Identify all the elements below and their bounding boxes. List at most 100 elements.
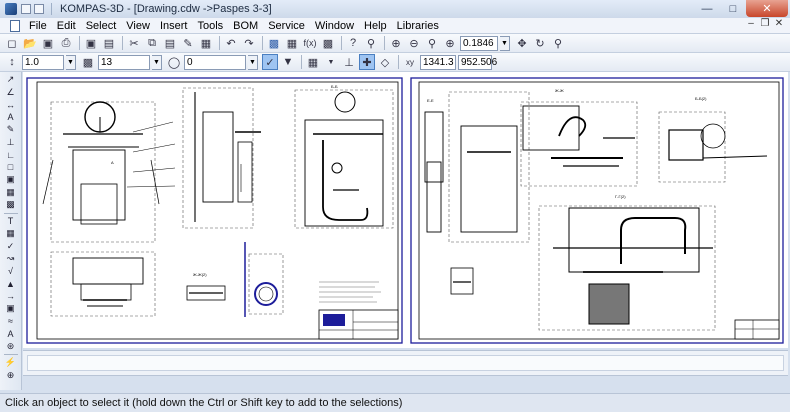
toolbar-separator: [384, 36, 385, 50]
arrow-tool-icon[interactable]: →: [3, 291, 19, 302]
menu-bar: File Edit Select View Insert Tools BOM S…: [0, 18, 790, 34]
view-label-g: Г-Г(2): [615, 194, 626, 199]
doc-minimize-button[interactable]: –: [744, 18, 758, 29]
quick-new-icon[interactable]: [21, 4, 31, 14]
variables-icon[interactable]: ▦: [284, 35, 300, 51]
text-tool-icon[interactable]: T: [3, 216, 19, 227]
coord-y-field[interactable]: 952.506: [458, 54, 497, 70]
kompas-app-icon[interactable]: [5, 3, 17, 15]
copy-icon[interactable]: ⧉: [144, 35, 160, 51]
menu-insert[interactable]: Insert: [155, 20, 193, 32]
format-painter-icon[interactable]: ✎: [180, 35, 196, 51]
print-preview-icon[interactable]: ▣: [83, 35, 99, 51]
menu-select[interactable]: Select: [81, 20, 122, 32]
zoom-out-icon[interactable]: ⊖: [406, 35, 422, 51]
title-bar: KOMPAS-3D - [Drawing.cdw ->Paspes 3-3] —…: [0, 0, 790, 18]
roughness-tool-icon[interactable]: √: [3, 266, 19, 277]
properties-icon[interactable]: ▤: [101, 35, 117, 51]
menu-edit[interactable]: Edit: [52, 20, 81, 32]
library-icon[interactable]: ▦: [198, 35, 214, 51]
menu-tools[interactable]: Tools: [192, 20, 228, 32]
layers-icon[interactable]: ▩: [320, 35, 336, 51]
drawing-area[interactable]: A Б-Б Ж-Ж(2) Е-Е Ж-Ж Б-Б(2) Г-Г(2): [23, 72, 788, 348]
zoom-dropdown[interactable]: ▼: [500, 35, 510, 51]
toolbar-separator: [3, 212, 18, 214]
base-tool-icon[interactable]: ▲: [3, 278, 19, 289]
grid-dropdown-icon[interactable]: ▼: [323, 54, 339, 70]
paste-icon[interactable]: ▤: [162, 35, 178, 51]
save-icon[interactable]: ▣: [40, 35, 56, 51]
zoom-all-icon[interactable]: ⚲: [550, 35, 566, 51]
undo-icon[interactable]: ↶: [223, 35, 239, 51]
style-dropdown[interactable]: ▼: [248, 54, 258, 70]
redo-icon[interactable]: ↷: [241, 35, 257, 51]
leader-tool-icon[interactable]: ↝: [3, 253, 19, 264]
menu-bom[interactable]: BOM: [228, 20, 263, 32]
doc-close-button[interactable]: ✕: [772, 18, 786, 29]
notation-tool-icon[interactable]: A: [3, 112, 19, 123]
window-controls: — □ ✕: [694, 0, 788, 18]
views-tool-icon[interactable]: ▣: [3, 174, 19, 185]
open-folder-icon[interactable]: 📂: [22, 35, 38, 51]
close-button[interactable]: ✕: [746, 0, 788, 17]
parametrization-tool-icon[interactable]: ⊥: [3, 137, 19, 148]
weld-tool-icon[interactable]: ≈: [3, 316, 19, 327]
doc-restore-button[interactable]: ❐: [758, 18, 772, 29]
position-tool-icon[interactable]: A: [3, 328, 19, 339]
coord-x-field[interactable]: 1341.3: [420, 54, 456, 70]
pan-icon[interactable]: ✥: [514, 35, 530, 51]
grid-icon[interactable]: ▦: [305, 54, 321, 70]
line-scale-field[interactable]: 1.0: [22, 54, 64, 70]
toolbar-separator: [341, 36, 342, 50]
layer-dropdown[interactable]: ▼: [152, 54, 162, 70]
property-panel-content[interactable]: [27, 355, 784, 371]
refresh-icon[interactable]: ↻: [532, 35, 548, 51]
new-document-icon[interactable]: ◻: [4, 35, 20, 51]
function-icon[interactable]: f(x): [302, 35, 318, 51]
reports-tool-icon[interactable]: ▩: [3, 199, 19, 210]
tolerance-tool-icon[interactable]: ▣: [3, 303, 19, 314]
zoom-in-icon[interactable]: ⊕: [388, 35, 404, 51]
document-icon[interactable]: [10, 19, 20, 32]
manager-icon[interactable]: ▩: [266, 35, 282, 51]
spec-tool-icon[interactable]: ▦: [3, 187, 19, 198]
line-scale-dropdown[interactable]: ▼: [66, 54, 76, 70]
menu-libraries[interactable]: Libraries: [392, 20, 444, 32]
measure-tool-icon[interactable]: ∟: [3, 149, 19, 160]
center-tool-icon[interactable]: ⊛: [3, 341, 19, 352]
edit-tool-icon[interactable]: ✎: [3, 124, 19, 135]
style-field[interactable]: 0: [184, 54, 246, 70]
selection-tool-icon[interactable]: □: [3, 162, 19, 173]
check-tool-icon[interactable]: ✓: [3, 241, 19, 252]
geometry-tool-icon[interactable]: ∠: [3, 87, 19, 98]
snap-aux-icon[interactable]: ⚡: [3, 357, 19, 368]
help-pointer-icon[interactable]: ?: [345, 35, 361, 51]
menu-window[interactable]: Window: [310, 20, 359, 32]
menu-file[interactable]: File: [24, 20, 52, 32]
local-cs-icon[interactable]: ⊥: [341, 54, 357, 70]
print-icon[interactable]: ⎙: [58, 35, 74, 51]
title-separator: [51, 3, 52, 15]
cut-icon[interactable]: ✂: [126, 35, 142, 51]
menu-service[interactable]: Service: [263, 20, 310, 32]
minimize-button[interactable]: —: [694, 0, 720, 17]
snap-dropdown-icon[interactable]: ▼: [280, 54, 296, 70]
zoom-scale-icon[interactable]: ⊕: [442, 35, 458, 51]
status-bar: Click an object to select it (hold down …: [0, 393, 790, 412]
zoom-window-icon[interactable]: ⚲: [424, 35, 440, 51]
zoom-scale-field[interactable]: 0.1846: [460, 35, 498, 51]
zoom-region-icon[interactable]: ⚲: [363, 35, 379, 51]
quick-open-icon[interactable]: [34, 4, 44, 14]
layer-field[interactable]: 13: [98, 54, 150, 70]
select-tool-icon[interactable]: ↗: [3, 74, 19, 85]
style-icon: ◯: [167, 56, 181, 69]
snap-icon[interactable]: ✓: [262, 54, 278, 70]
table-tool-icon[interactable]: ▦: [3, 228, 19, 239]
ortho-icon[interactable]: ✚: [359, 54, 375, 70]
maximize-button[interactable]: □: [720, 0, 746, 17]
menu-help[interactable]: Help: [359, 20, 392, 32]
dimensions-tool-icon[interactable]: ↔: [3, 99, 19, 110]
menu-view[interactable]: View: [121, 20, 155, 32]
round-icon[interactable]: ◇: [377, 54, 393, 70]
origin-tool-icon[interactable]: ⊕: [3, 370, 19, 381]
